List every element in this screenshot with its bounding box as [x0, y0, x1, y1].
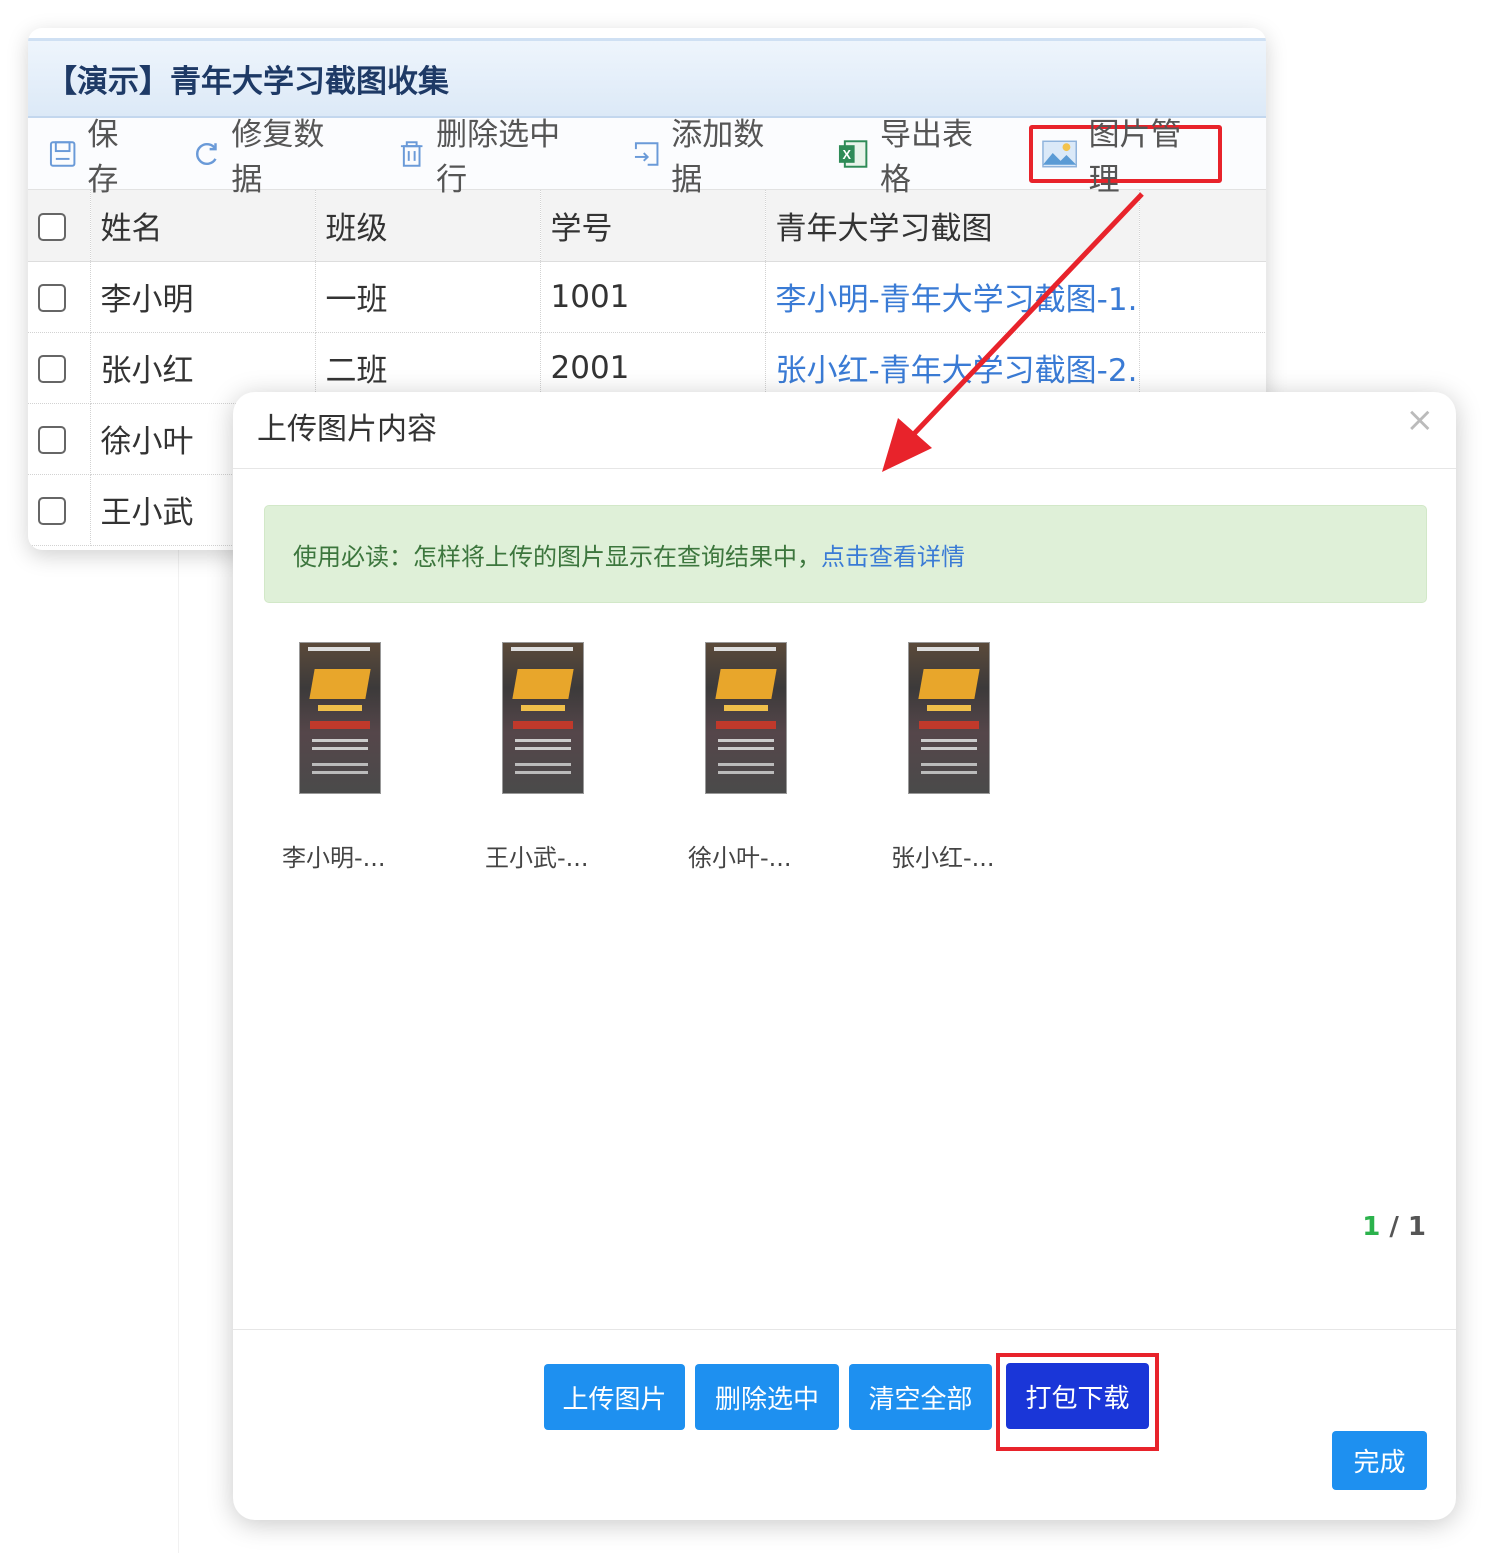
save-button[interactable]: 保存: [48, 117, 148, 198]
save-label: 保存: [87, 116, 119, 198]
select-all-checkbox[interactable]: [38, 212, 66, 241]
select-all-cell: [28, 190, 91, 262]
close-icon[interactable]: ×: [1406, 400, 1435, 440]
dialog-title: 上传图片内容: [257, 412, 437, 447]
cell-screenshot-link[interactable]: 李小明-青年大学习截图-1.: [765, 261, 1140, 333]
upload-dialog: 上传图片内容 × 使用必读：怎样将上传的图片显示在查询结果中， 点击查看详情 李…: [233, 392, 1456, 1520]
thumbnail-caption: 李小明-...: [282, 844, 386, 872]
row-checkbox-cell: [28, 403, 91, 475]
delete-rows-button[interactable]: 删除选中行: [397, 117, 588, 198]
window-title: 【演示】青年大学习截图收集: [28, 38, 1266, 118]
notice-details-link[interactable]: 点击查看详情: [821, 537, 965, 572]
add-data-button[interactable]: 添加数据: [632, 117, 793, 198]
header-name[interactable]: 姓名: [90, 190, 316, 262]
cell-id[interactable]: 1001: [540, 261, 766, 333]
row-checkbox[interactable]: [38, 497, 66, 525]
usage-notice: 使用必读：怎样将上传的图片显示在查询结果中， 点击查看详情: [264, 505, 1427, 603]
table-row[interactable]: 李小明 一班 1001 李小明-青年大学习截图-1.: [28, 261, 1266, 333]
thumbnail-item[interactable]: 张小红-...: [886, 642, 1089, 873]
image-manage-label: 图片管理: [1088, 116, 1182, 198]
cell-name[interactable]: 李小明: [90, 261, 316, 333]
import-icon: [634, 141, 659, 166]
repair-data-button[interactable]: 修复数据: [192, 117, 353, 198]
thumbnail-image[interactable]: [299, 642, 381, 794]
download-zip-button[interactable]: 打包下载: [1006, 1363, 1149, 1429]
image-manage-button[interactable]: 图片管理: [1029, 117, 1222, 198]
upload-image-button[interactable]: 上传图片: [544, 1364, 685, 1430]
thumbnail-image[interactable]: [502, 642, 584, 794]
header-extra: [1139, 190, 1266, 262]
toolbar: 保存 修复数据 删除选中行 添加数据 X 导出表格 图片管理: [28, 117, 1266, 198]
clear-all-button[interactable]: 清空全部: [849, 1364, 992, 1430]
refresh-icon: [195, 142, 217, 165]
svg-text:X: X: [842, 146, 851, 161]
download-highlight-box: 打包下载: [996, 1353, 1159, 1451]
thumbnail-caption: 徐小叶-...: [688, 844, 792, 872]
delete-selected-button[interactable]: 删除选中: [695, 1364, 839, 1430]
done-button[interactable]: 完成: [1332, 1431, 1427, 1490]
pager: 1 / 1: [1362, 1212, 1426, 1242]
row-checkbox-cell: [28, 261, 91, 333]
export-table-button[interactable]: X 导出表格: [837, 117, 1002, 198]
dialog-footer-divider: [233, 1329, 1456, 1330]
dialog-header: 上传图片内容 ×: [233, 392, 1456, 469]
thumbnail-item[interactable]: 王小武-...: [480, 642, 683, 873]
image-icon: [1042, 140, 1078, 167]
pager-total: 1: [1407, 1212, 1426, 1242]
thumbnail-image[interactable]: [908, 642, 990, 794]
thumbnail-caption: 张小红-...: [891, 844, 995, 872]
thumbnail-item[interactable]: 徐小叶-...: [683, 642, 886, 873]
thumbnail-list: 李小明-... 王小武-... 徐小叶-... 张小红-...: [277, 642, 1089, 873]
delete-rows-label: 删除选中行: [436, 116, 561, 198]
export-label: 导出表格: [879, 116, 973, 198]
dialog-actions: 上传图片 删除选中 清空全部 打包下载: [544, 1353, 1159, 1451]
notice-text: 使用必读：怎样将上传的图片显示在查询结果中，: [293, 542, 821, 571]
row-checkbox-cell: [28, 474, 91, 546]
row-checkbox[interactable]: [38, 355, 66, 383]
excel-icon: X: [838, 139, 868, 168]
cell-class[interactable]: 一班: [315, 261, 541, 333]
header-class[interactable]: 班级: [315, 190, 541, 262]
table-header-row: 姓名 班级 学号 青年大学习截图: [28, 190, 1266, 262]
thumbnail-item[interactable]: 李小明-...: [277, 642, 480, 873]
save-icon: [49, 140, 76, 167]
row-checkbox-cell: [28, 332, 91, 404]
cell-extra: [1139, 261, 1266, 333]
thumbnail-image[interactable]: [705, 642, 787, 794]
header-screenshot[interactable]: 青年大学习截图: [765, 190, 1140, 262]
background-divider: [178, 540, 179, 1553]
pager-separator: /: [1380, 1212, 1408, 1242]
thumbnail-caption: 王小武-...: [485, 844, 589, 872]
pager-current[interactable]: 1: [1362, 1212, 1380, 1242]
trash-icon: [400, 140, 423, 167]
header-id[interactable]: 学号: [540, 190, 766, 262]
repair-label: 修复数据: [231, 116, 325, 198]
add-data-label: 添加数据: [671, 116, 765, 198]
row-checkbox[interactable]: [38, 426, 66, 454]
row-checkbox[interactable]: [38, 284, 66, 312]
